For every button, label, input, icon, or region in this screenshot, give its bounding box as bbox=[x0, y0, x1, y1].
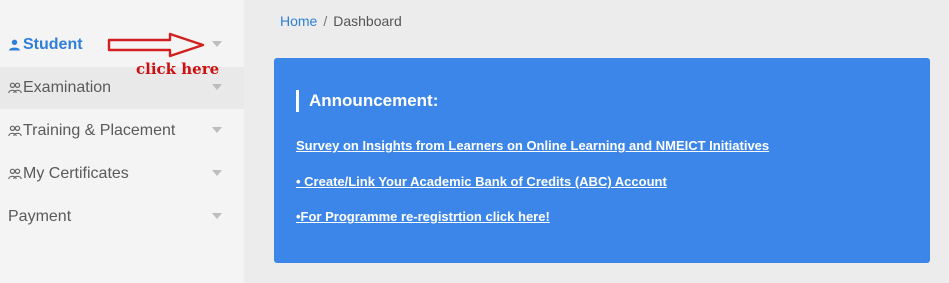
breadcrumb-home-link[interactable]: Home bbox=[280, 13, 317, 29]
announcement-title: Announcement: bbox=[296, 90, 438, 112]
user-icon bbox=[8, 38, 22, 51]
announcement-card: Announcement: Survey on Insights from Le… bbox=[274, 58, 930, 263]
sidebar-item-label: Student bbox=[23, 36, 83, 53]
sidebar-item-label: Training & Placement bbox=[23, 122, 176, 139]
chevron-down-icon[interactable] bbox=[212, 213, 222, 219]
chevron-down-icon[interactable] bbox=[212, 170, 222, 176]
breadcrumb-separator: / bbox=[323, 13, 328, 29]
sidebar-item-my-certificates[interactable]: My Certificates bbox=[0, 153, 244, 195]
users-icon bbox=[8, 81, 22, 94]
announcement-link-re-registration[interactable]: •For Programme re-registrtion click here… bbox=[296, 209, 550, 224]
sidebar-item-label: Examination bbox=[23, 79, 112, 96]
breadcrumb-current: Dashboard bbox=[333, 13, 402, 29]
chevron-down-icon[interactable] bbox=[212, 127, 222, 133]
users-icon bbox=[8, 167, 22, 180]
click-here-annotation: click here bbox=[136, 60, 220, 78]
red-arrow-annotation-icon bbox=[107, 32, 205, 58]
announcement-link-abc-account[interactable]: • Create/Link Your Academic Bank of Cred… bbox=[296, 174, 667, 189]
sidebar-item-label: Payment bbox=[8, 208, 72, 225]
breadcrumb: Home / Dashboard bbox=[280, 13, 402, 29]
sidebar-item-training-placement[interactable]: Training & Placement bbox=[0, 110, 244, 152]
users-icon bbox=[8, 124, 22, 137]
chevron-down-icon[interactable] bbox=[212, 41, 222, 47]
sidebar-item-payment[interactable]: Payment bbox=[0, 196, 244, 238]
announcement-link-survey[interactable]: Survey on Insights from Learners on Onli… bbox=[296, 138, 769, 153]
sidebar: Student Examination Training & Placement… bbox=[0, 0, 244, 283]
sidebar-item-label: My Certificates bbox=[23, 165, 129, 182]
chevron-down-icon[interactable] bbox=[212, 84, 222, 90]
